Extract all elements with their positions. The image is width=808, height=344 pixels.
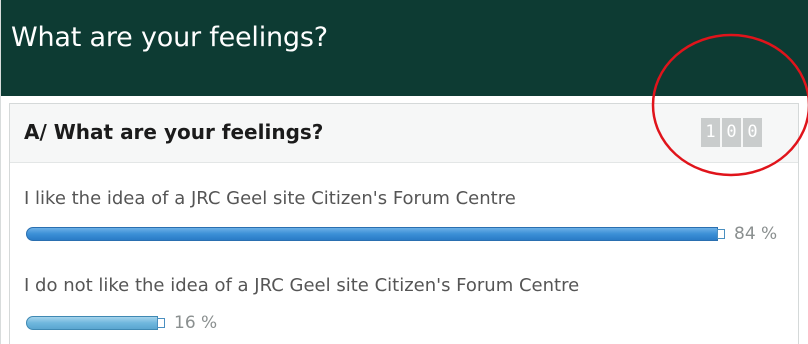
vote-counter-digit: 0 [743,118,762,147]
question-panel: A/ What are your feelings? 1 0 0 I like … [9,103,799,344]
poll-widget: What are your feelings? A/ What are your… [0,0,808,344]
vote-counter: 1 0 0 [701,118,762,147]
option-bar-end-dislike [157,318,165,328]
option-percent-dislike: 16 % [174,313,218,333]
option-bar-dislike [26,316,158,330]
option-bar-like [26,227,718,241]
option-label-dislike: I do not like the idea of a JRC Geel sit… [24,275,580,296]
vote-counter-digit: 0 [722,118,741,147]
option-label-like: I like the idea of a JRC Geel site Citiz… [24,188,516,209]
poll-header-title: What are your feelings? [11,22,328,53]
question-title: A/ What are your feelings? [24,120,324,144]
vote-counter-digit: 1 [701,118,720,147]
poll-header: What are your feelings? [1,0,808,96]
option-bar-end-like [717,229,725,239]
question-header: A/ What are your feelings? 1 0 0 [10,104,798,163]
option-percent-like: 84 % [734,224,778,244]
